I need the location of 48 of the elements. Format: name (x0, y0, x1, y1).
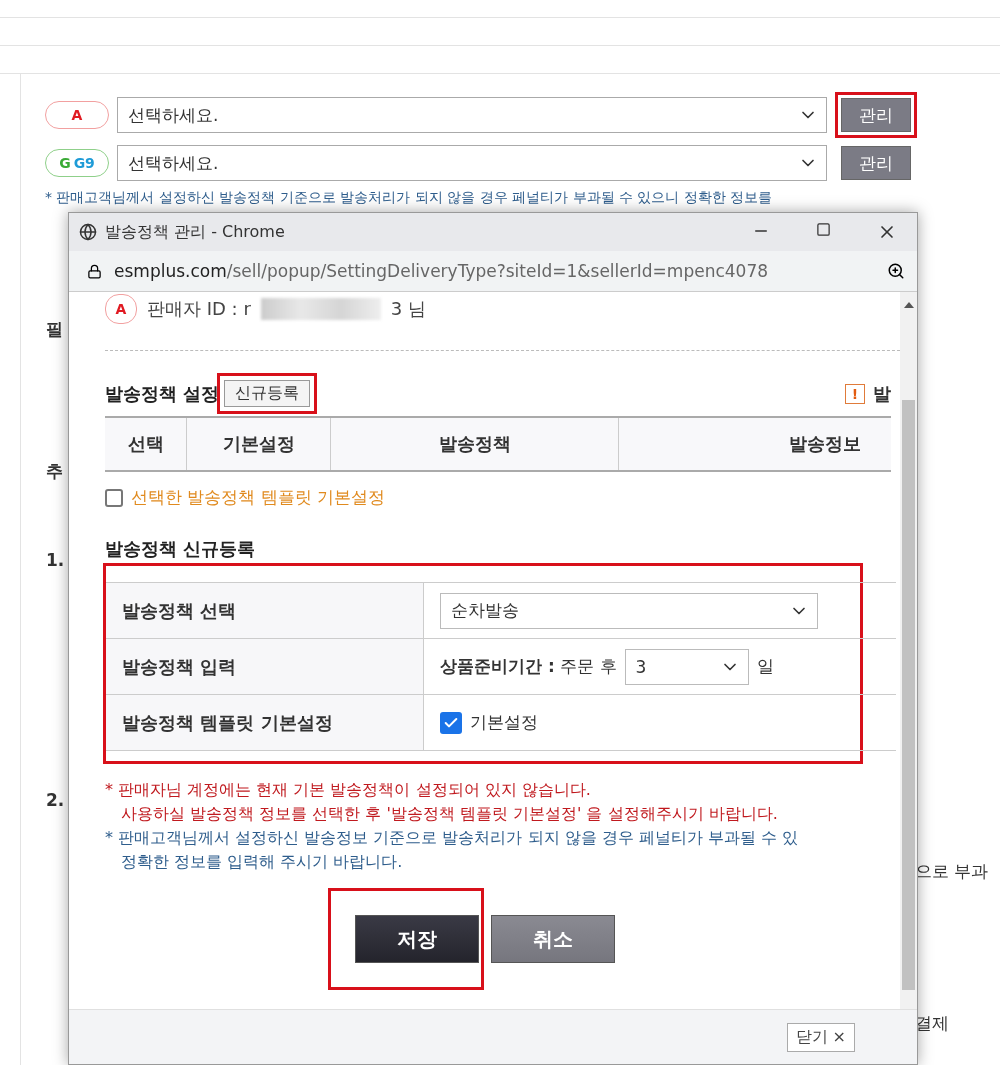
notice-text: * 판매자님 계정에는 현재 기본 발송정책이 설정되어 있지 않습니다. (105, 779, 592, 801)
form-label: 발송정책 템플릿 기본설정 (106, 695, 424, 750)
notice-text: 사용하실 발송정책 정보를 선택한 후 '발송정책 템플릿 기본설정' 을 설정해주시기 바랍니다. (120, 803, 779, 825)
checkbox-label: 선택한 발송정책 템플릿 기본설정 (131, 486, 386, 509)
form-label: 발송정책 선택 (106, 583, 424, 638)
notice-text: 정확한 정보를 입력해 주시기 바랍니다. (120, 851, 404, 873)
checkbox-label: 기본설정 (470, 711, 538, 734)
checkbox[interactable] (440, 711, 462, 734)
cancel-button[interactable]: 취소 (490, 915, 615, 963)
section-label: 1. (46, 550, 65, 570)
policy-select[interactable]: 순차발송 (440, 592, 818, 629)
column-header: 발송정책 (331, 418, 619, 470)
column-header: 기본설정 (187, 418, 331, 470)
maximize-icon[interactable] (816, 222, 831, 237)
warning-icon: ! (845, 383, 865, 404)
help-text: 발 (873, 381, 891, 406)
zoom-icon[interactable] (887, 262, 905, 280)
globe-icon (79, 223, 97, 241)
manage-button[interactable]: 관리 (841, 98, 911, 132)
scrollbar[interactable] (900, 292, 917, 1009)
section-label: 필 (46, 318, 63, 341)
close-button[interactable]: 닫기 × (786, 1022, 855, 1052)
field-label: 상품준비기간 : 주문 후 (440, 655, 617, 678)
seller-label: 판매자 ID : r (147, 297, 251, 321)
checkbox[interactable] (105, 488, 123, 507)
new-register-button[interactable]: 신규등록 (224, 380, 311, 407)
column-header: 발송정보 (788, 432, 862, 456)
unit-text: 일 (756, 655, 774, 678)
section-title: 발송정책 신규등록 (105, 538, 256, 559)
seller-suffix: 3 님 (390, 297, 426, 321)
manage-button[interactable]: 관리 (841, 146, 911, 180)
site-select[interactable]: 선택하세요. (117, 97, 827, 133)
column-header: 선택 (105, 418, 187, 470)
save-button[interactable]: 저장 (354, 915, 479, 963)
url-text: esmplus.com/sell/popup/SettingDeliveryType?siteId=1&sellerId=mpenc4078 (114, 261, 769, 281)
form-label: 발송정책 입력 (106, 639, 424, 694)
section-text: 으로 부과 (915, 860, 989, 883)
notice-text: * 판매고객님께서 설정하신 발송정보 기준으로 발송처리가 되지 않을 경우 페널티가 부과될 수 있 (105, 827, 800, 849)
section-label: 2. (46, 790, 65, 810)
notice-text: * 판매고객님께서 설정하신 발송정책 기준으로 발송처리가 되지 않을 경우 페널티가 부과될 수 있으니 정확한 정보를 (45, 189, 774, 207)
window-title: 발송정책 관리 - Chrome (105, 221, 285, 243)
section-label: 추 (46, 460, 63, 483)
section-title: 발송정책 설정 (105, 381, 220, 406)
lock-icon (87, 263, 102, 279)
days-select[interactable]: 3 (624, 648, 749, 685)
section-text: 결제 (915, 1012, 949, 1035)
site-logo: A (105, 294, 137, 324)
site-select[interactable]: 선택하세요. (117, 145, 827, 181)
